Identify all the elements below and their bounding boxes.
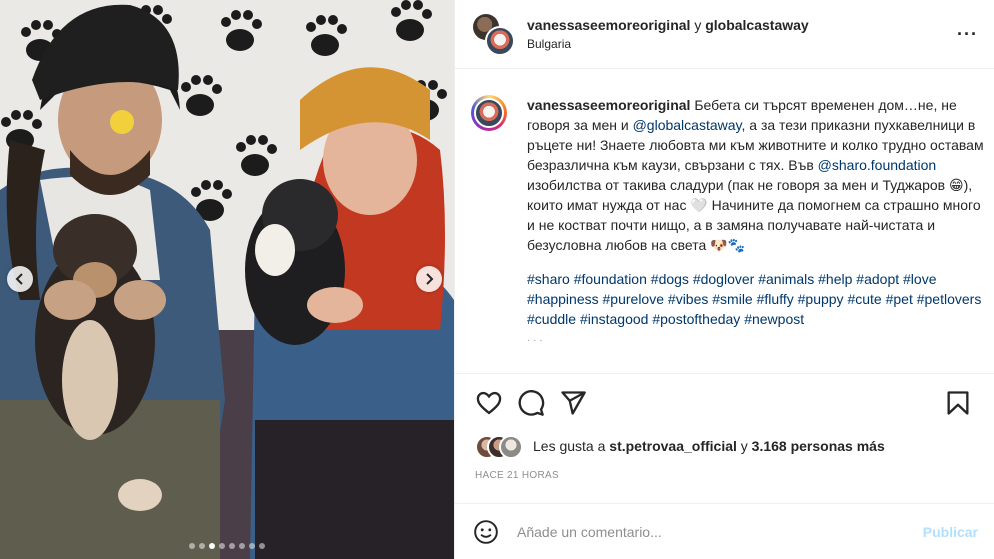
mention-link[interactable]: @globalcastaway — [633, 117, 742, 133]
collab-username[interactable]: globalcastaway — [705, 17, 809, 33]
carousel-dot — [239, 543, 245, 549]
post-media[interactable] — [0, 0, 454, 559]
hashtag-link[interactable]: #vibes — [668, 291, 708, 307]
hashtag-link[interactable]: #foundation — [574, 271, 647, 287]
likes-prefix: Les gusta a — [533, 438, 606, 454]
hashtag-link[interactable]: #cuddle — [527, 311, 576, 327]
hashtag-link[interactable]: #purelove — [603, 291, 665, 307]
caption-avatar[interactable] — [471, 95, 507, 131]
action-bar — [455, 374, 994, 432]
emoji-icon[interactable] — [473, 519, 499, 545]
truncated-indicator: · · · — [527, 335, 543, 341]
hashtag-link[interactable]: #instagood — [580, 311, 649, 327]
comments-section: vanessaseemoreoriginal Бебета си търсят … — [455, 69, 994, 374]
comment-input[interactable] — [515, 522, 923, 541]
hashtag-link[interactable]: #postoftheday — [652, 311, 740, 327]
hashtag-link[interactable]: #cute — [847, 291, 881, 307]
hashtag-link[interactable]: #sharo — [527, 271, 570, 287]
post-sidebar: vanessaseemoreoriginal y globalcastaway … — [454, 0, 994, 559]
likes-summary: Les gusta a st.petrovaa_official y 3.168… — [455, 432, 994, 460]
post-timestamp[interactable]: HACE 21 HORAS — [455, 460, 994, 488]
liker-avatars[interactable] — [475, 435, 525, 459]
hashtag-list: #sharo #foundation #dogs #doglover #anim… — [527, 269, 987, 329]
carousel-dot — [189, 543, 195, 549]
carousel-dot — [259, 543, 265, 549]
hashtag-link[interactable]: #animals — [758, 271, 814, 287]
caption-text: изобилства от такива сладури (пак не гов… — [527, 177, 981, 253]
carousel-dot — [199, 543, 205, 549]
carousel-dot — [209, 543, 215, 549]
share-icon[interactable] — [559, 389, 587, 417]
hashtag-link[interactable]: #smile — [712, 291, 752, 307]
more-options-icon[interactable]: ··· — [957, 24, 978, 45]
hashtag-link[interactable]: #love — [903, 271, 936, 287]
chevron-right-icon — [426, 273, 434, 285]
hashtag-link[interactable]: #puppy — [798, 291, 844, 307]
carousel-indicator — [0, 543, 454, 549]
comment-composer: Publicar — [455, 503, 994, 559]
bookmark-icon[interactable] — [944, 389, 972, 417]
hashtag-link[interactable]: #adopt — [856, 271, 899, 287]
header-usernames: vanessaseemoreoriginal y globalcastaway — [527, 17, 809, 33]
hashtag-link[interactable]: #help — [818, 271, 852, 287]
hashtag-link[interactable]: #happiness — [527, 291, 599, 307]
comment-icon[interactable] — [517, 389, 545, 417]
post-photo — [0, 0, 454, 559]
post-container: vanessaseemoreoriginal y globalcastaway … — [0, 0, 994, 559]
post-location[interactable]: Bulgaria — [527, 37, 809, 51]
mention-link[interactable]: @sharo.foundation — [818, 157, 937, 173]
author-username[interactable]: vanessaseemoreoriginal — [527, 17, 690, 33]
hashtag-link[interactable]: #doglover — [693, 271, 755, 287]
hashtag-link[interactable]: #newpost — [744, 311, 804, 327]
liker-username[interactable]: st.petrovaa_official — [609, 438, 737, 454]
likes-count[interactable]: 3.168 personas más — [752, 438, 885, 454]
hashtag-link[interactable]: #dogs — [651, 271, 689, 287]
avatar — [474, 98, 504, 128]
hashtag-link[interactable]: #pet — [886, 291, 913, 307]
avatar[interactable] — [485, 26, 515, 56]
likes-conjunction: y — [740, 438, 748, 454]
hashtag-link[interactable]: #petlovers — [917, 291, 982, 307]
post-caption: vanessaseemoreoriginal Бебета си търсят … — [527, 95, 987, 329]
carousel-dot — [229, 543, 235, 549]
carousel-dot — [219, 543, 225, 549]
publish-button[interactable]: Publicar — [923, 524, 978, 540]
caption-username[interactable]: vanessaseemoreoriginal — [527, 97, 690, 113]
collab-avatars[interactable] — [473, 14, 515, 56]
heart-icon[interactable] — [475, 389, 503, 417]
chevron-left-icon — [15, 273, 23, 285]
post-header: vanessaseemoreoriginal y globalcastaway … — [455, 0, 994, 69]
avatar — [499, 435, 523, 459]
previous-slide-button[interactable] — [7, 266, 33, 292]
header-text: vanessaseemoreoriginal y globalcastaway … — [527, 17, 809, 51]
collab-conjunction: y — [694, 17, 702, 33]
carousel-dot — [249, 543, 255, 549]
hashtag-link[interactable]: #fluffy — [757, 291, 794, 307]
next-slide-button[interactable] — [416, 266, 442, 292]
